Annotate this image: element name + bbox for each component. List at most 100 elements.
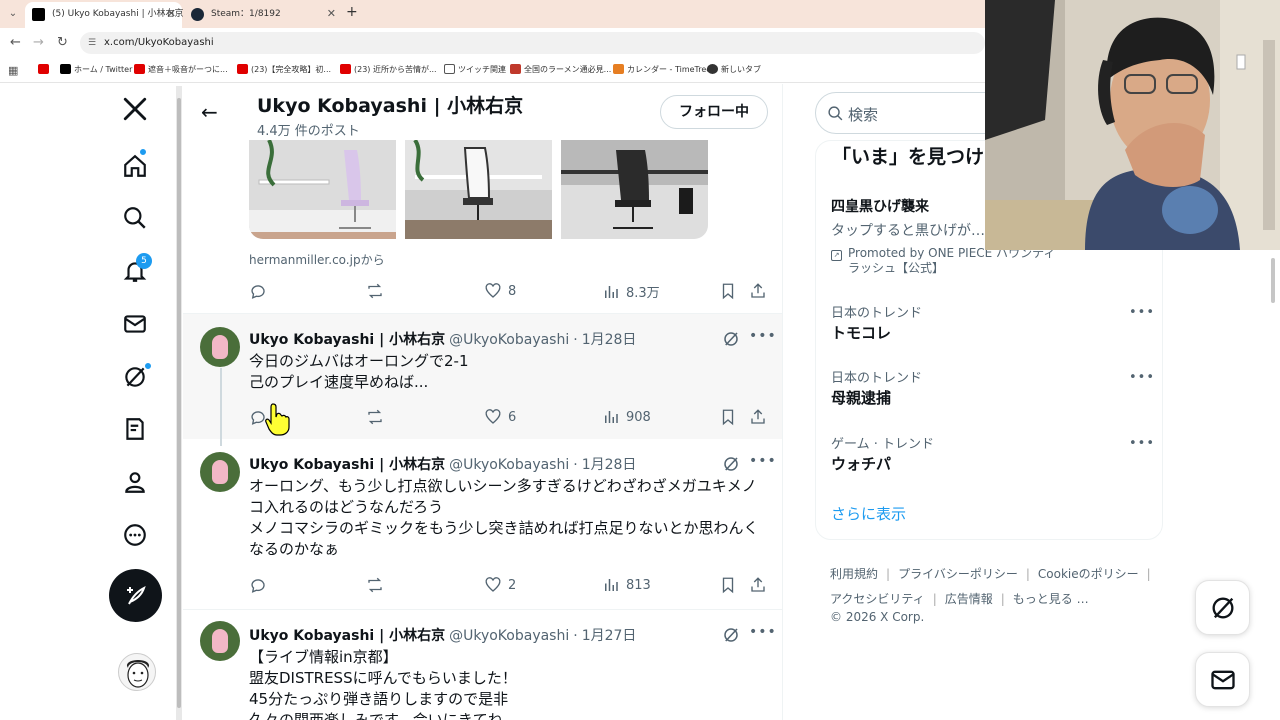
show-more-link[interactable]: さらに表示	[831, 503, 906, 524]
author-handle[interactable]: @UkyoKobayashi	[449, 628, 569, 644]
author-name[interactable]: Ukyo Kobayashi | 小林右京	[249, 628, 445, 644]
author-avatar[interactable]	[200, 452, 240, 492]
author-avatar[interactable]	[200, 621, 240, 661]
retweet-button[interactable]	[366, 282, 384, 300]
retweet-button[interactable]	[366, 576, 384, 594]
trend-more-icon[interactable]: •••	[1129, 436, 1155, 451]
globe-icon	[707, 64, 718, 74]
search-icon[interactable]	[116, 199, 154, 237]
retweet-button[interactable]	[366, 408, 384, 426]
home-icon[interactable]	[116, 147, 154, 185]
footer-link[interactable]: プライバシーポリシー	[898, 567, 1018, 581]
tweet-item[interactable]: Ukyo Kobayashi | 小林右京 @UkyoKobayashi · 1月28…	[183, 439, 782, 609]
grok-float-button[interactable]	[1195, 580, 1250, 635]
x-logo-icon	[60, 64, 71, 74]
bookmark-item[interactable]: カレンダー - TimeTree	[613, 64, 711, 75]
bookmark-item[interactable]: 全国のラーメン通必見...	[510, 64, 611, 75]
bookmark-button[interactable]	[719, 576, 737, 594]
close-tab-icon[interactable]: ✕	[327, 2, 336, 26]
tweet-item[interactable]: Ukyo Kobayashi | 小林右京 @UkyoKobayashi · 1月27…	[183, 609, 782, 720]
footer-link[interactable]: 利用規約	[830, 567, 878, 581]
tweet-date[interactable]: 1月28日	[582, 457, 637, 473]
footer-link[interactable]: アクセシビリティ	[830, 592, 925, 606]
card-image-chair-2[interactable]	[405, 140, 552, 239]
views-button[interactable]: 908	[602, 408, 651, 426]
grok-icon	[1212, 597, 1233, 618]
like-button[interactable]: 6	[484, 408, 516, 426]
promoted-trend-title[interactable]: 四皇黒ひげ襲来	[831, 196, 929, 216]
profile-icon[interactable]	[116, 463, 154, 501]
trend-name[interactable]: 母親逮捕	[831, 387, 891, 408]
more-icon[interactable]	[116, 516, 154, 554]
reply-button[interactable]	[249, 282, 273, 300]
browser-tab-active[interactable]: (5) Ukyo Kobayashi | 小林右京 ✕	[25, 2, 183, 28]
trend-more-icon[interactable]: •••	[1129, 305, 1155, 320]
bookmark-item[interactable]: 遮音＋吸音がーつに...	[134, 64, 228, 75]
footer-link[interactable]: Cookieのポリシー	[1038, 567, 1139, 581]
retweet-icon	[368, 283, 382, 299]
reply-button[interactable]	[249, 576, 273, 594]
tab-search-chevron-icon[interactable]: ⌄	[5, 6, 21, 22]
grok-explain-icon[interactable]	[722, 626, 740, 644]
back-arrow-icon[interactable]: ←	[201, 100, 218, 124]
bookmark-item[interactable]: 新しいタブ	[707, 64, 761, 75]
tweet-date[interactable]: 1月28日	[582, 332, 637, 348]
messages-float-button[interactable]	[1195, 652, 1250, 707]
following-button[interactable]: フォロー中	[660, 95, 768, 129]
views-button[interactable]: 813	[602, 576, 651, 594]
x-logo-icon[interactable]	[116, 90, 154, 128]
author-name[interactable]: Ukyo Kobayashi | 小林右京	[249, 457, 445, 473]
url-field[interactable]: ☰ x.com/UkyoKobayashi	[80, 32, 985, 54]
author-handle[interactable]: @UkyoKobayashi	[449, 332, 569, 348]
bookmark-label: カレンダー - TimeTree	[627, 65, 712, 74]
like-button[interactable]: 2	[484, 576, 516, 594]
share-button[interactable]	[749, 408, 767, 426]
bookmark-folder[interactable]: ツイッチ関連	[444, 64, 506, 75]
browser-tab-steam[interactable]: Steam：1/8192 ✕	[184, 2, 342, 28]
trend-more-icon[interactable]: •••	[1129, 370, 1155, 385]
bookmark-icon	[722, 577, 734, 594]
lists-icon[interactable]	[116, 410, 154, 448]
author-handle[interactable]: @UkyoKobayashi	[449, 457, 569, 473]
bookmark-item[interactable]: (23)【完全攻略】初...	[237, 64, 331, 75]
tweet-more-icon[interactable]: •••	[749, 624, 777, 640]
trend-name[interactable]: トモコレ	[831, 322, 891, 343]
bookmark-item[interactable]: (23) 近所から苦情が...	[340, 64, 437, 75]
footer-link[interactable]: もっと見る …	[1013, 592, 1089, 606]
card-image-chair-1[interactable]	[249, 140, 396, 239]
site-info-icon[interactable]: ☰	[88, 32, 96, 54]
author-name[interactable]: Ukyo Kobayashi | 小林右京	[249, 332, 445, 348]
like-button[interactable]: 8	[484, 282, 516, 300]
forward-nav-icon[interactable]: →	[33, 35, 44, 50]
nav-scrollbar[interactable]	[176, 86, 182, 720]
trend-name[interactable]: ウォチパ	[831, 453, 891, 474]
bookmark-button[interactable]	[719, 408, 737, 426]
post-count: 4.4万 件のポスト	[257, 124, 360, 139]
tweet-header: Ukyo Kobayashi | 小林右京 @UkyoKobayashi · 1月27…	[249, 628, 637, 644]
page-scrollbar[interactable]	[1270, 258, 1276, 720]
share-button[interactable]	[749, 282, 767, 300]
reload-icon[interactable]: ↻	[57, 35, 68, 50]
tweet-date[interactable]: 1月27日	[582, 628, 637, 644]
share-button[interactable]	[749, 576, 767, 594]
card-image-chair-3[interactable]	[561, 140, 708, 239]
footer-link[interactable]: 広告情報	[945, 592, 993, 606]
promoted-trend-desc[interactable]: タップすると黒ひげが…	[831, 220, 985, 240]
tweet-more-icon[interactable]: •••	[749, 328, 777, 344]
bookmark-item[interactable]: ホーム / Twitter	[60, 64, 132, 75]
account-avatar[interactable]	[118, 653, 156, 691]
promoted-by[interactable]: ↗ Promoted by ONE PIECE バウンティラッシュ【公式】	[831, 246, 1061, 276]
card-source-link[interactable]: hermanmiller.co.jpから	[249, 251, 385, 268]
views-button[interactable]: 8.3万	[602, 282, 660, 301]
bookmark-button[interactable]	[719, 282, 737, 300]
new-tab-button[interactable]: +	[346, 4, 358, 20]
compose-post-button[interactable]	[109, 569, 162, 622]
close-tab-icon[interactable]: ✕	[167, 2, 176, 26]
grok-explain-icon[interactable]	[722, 455, 740, 473]
mail-icon[interactable]	[116, 305, 154, 343]
author-avatar[interactable]	[200, 327, 240, 367]
back-nav-icon[interactable]: ←	[10, 35, 21, 50]
tweet-more-icon[interactable]: •••	[749, 453, 777, 469]
grok-explain-icon[interactable]	[722, 330, 740, 348]
apps-grid-icon[interactable]: ▦	[8, 64, 18, 77]
